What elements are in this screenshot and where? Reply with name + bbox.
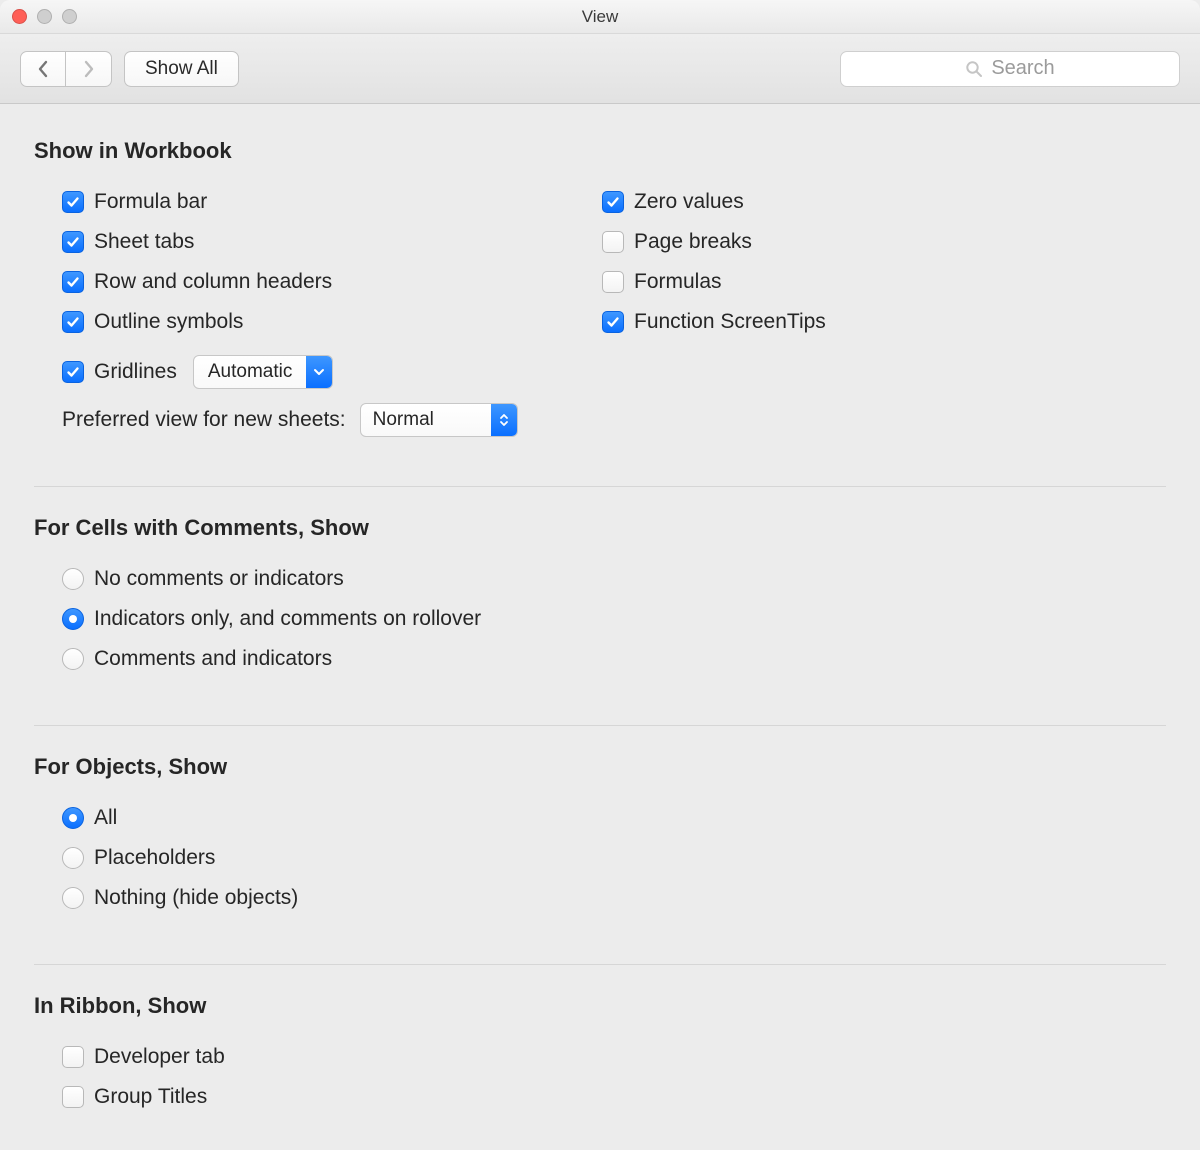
chevron-down-icon (306, 356, 332, 388)
section-comments: For Cells with Comments, Show No comment… (34, 486, 1166, 701)
nav-segmented (20, 51, 112, 87)
forward-button[interactable] (66, 51, 112, 87)
chevron-right-icon (83, 60, 95, 78)
checkbox-page-breaks[interactable] (602, 231, 624, 253)
checkbox-row-col-headers[interactable] (62, 271, 84, 293)
radio-comments-none[interactable] (62, 568, 84, 590)
window-title: View (0, 0, 1200, 34)
label-objects-all: All (94, 806, 117, 830)
checkbox-function-screentips[interactable] (602, 311, 624, 333)
checkbox-developer-tab[interactable] (62, 1046, 84, 1068)
toolbar: Show All Search (0, 34, 1200, 104)
option-comments-none[interactable]: No comments or indicators (62, 559, 1166, 599)
radio-objects-all[interactable] (62, 807, 84, 829)
search-placeholder: Search (991, 57, 1054, 80)
label-developer-tab: Developer tab (94, 1045, 225, 1069)
option-objects-placeholders[interactable]: Placeholders (62, 838, 1166, 878)
label-formulas: Formulas (634, 270, 722, 294)
option-sheet-tabs[interactable]: Sheet tabs (62, 222, 602, 262)
preferred-view-value: Normal (361, 409, 491, 431)
label-zero-values: Zero values (634, 190, 744, 214)
option-comments-both[interactable]: Comments and indicators (62, 639, 1166, 679)
checkbox-gridlines[interactable] (62, 361, 84, 383)
option-developer-tab[interactable]: Developer tab (62, 1037, 1166, 1077)
preferred-view-select[interactable]: Normal (360, 403, 518, 437)
search-field[interactable]: Search (840, 51, 1180, 87)
label-gridlines: Gridlines (94, 360, 177, 384)
checkbox-sheet-tabs[interactable] (62, 231, 84, 253)
section-objects: For Objects, Show All Placeholders Nothi… (34, 725, 1166, 940)
option-group-titles[interactable]: Group Titles (62, 1077, 1166, 1117)
section-title-objects: For Objects, Show (34, 754, 1166, 780)
label-row-col-headers: Row and column headers (94, 270, 332, 294)
option-formulas[interactable]: Formulas (602, 262, 826, 302)
search-icon (965, 60, 983, 78)
content: Show in Workbook Formula bar Sheet tabs … (0, 104, 1200, 1137)
option-gridlines[interactable]: Gridlines Automatic (62, 352, 602, 392)
preferred-view-row: Preferred view for new sheets: Normal (34, 400, 1166, 440)
option-zero-values[interactable]: Zero values (602, 182, 826, 222)
show-all-label: Show All (145, 58, 218, 80)
section-title-ribbon: In Ribbon, Show (34, 993, 1166, 1019)
label-comments-both: Comments and indicators (94, 647, 332, 671)
gridlines-color-select[interactable]: Automatic (193, 355, 333, 389)
back-button[interactable] (20, 51, 66, 87)
option-comments-indicators[interactable]: Indicators only, and comments on rollove… (62, 599, 1166, 639)
label-function-screentips: Function ScreenTips (634, 310, 826, 334)
updown-icon (491, 404, 517, 436)
label-sheet-tabs: Sheet tabs (94, 230, 194, 254)
label-objects-nothing: Nothing (hide objects) (94, 886, 298, 910)
radio-objects-placeholders[interactable] (62, 847, 84, 869)
checkbox-outline-symbols[interactable] (62, 311, 84, 333)
label-comments-none: No comments or indicators (94, 567, 344, 591)
option-page-breaks[interactable]: Page breaks (602, 222, 826, 262)
option-objects-all[interactable]: All (62, 798, 1166, 838)
option-objects-nothing[interactable]: Nothing (hide objects) (62, 878, 1166, 918)
preferred-view-label: Preferred view for new sheets: (62, 408, 346, 432)
label-page-breaks: Page breaks (634, 230, 752, 254)
option-function-screentips[interactable]: Function ScreenTips (602, 302, 826, 342)
checkbox-zero-values[interactable] (602, 191, 624, 213)
preferences-window: View Show All Search Show in Workbook (0, 0, 1200, 1150)
option-formula-bar[interactable]: Formula bar (62, 182, 602, 222)
option-row-col-headers[interactable]: Row and column headers (62, 262, 602, 302)
section-title-show-in-workbook: Show in Workbook (34, 138, 1166, 164)
chevron-left-icon (37, 60, 49, 78)
checkbox-formulas[interactable] (602, 271, 624, 293)
section-show-in-workbook: Show in Workbook Formula bar Sheet tabs … (34, 138, 1166, 462)
show-all-button[interactable]: Show All (124, 51, 239, 87)
label-group-titles: Group Titles (94, 1085, 207, 1109)
label-outline-symbols: Outline symbols (94, 310, 243, 334)
gridlines-color-value: Automatic (194, 361, 306, 383)
radio-comments-indicators[interactable] (62, 608, 84, 630)
checkbox-formula-bar[interactable] (62, 191, 84, 213)
section-title-comments: For Cells with Comments, Show (34, 515, 1166, 541)
section-ribbon: In Ribbon, Show Developer tab Group Titl… (34, 964, 1166, 1117)
radio-objects-nothing[interactable] (62, 887, 84, 909)
label-comments-indicators: Indicators only, and comments on rollove… (94, 607, 481, 631)
label-formula-bar: Formula bar (94, 190, 207, 214)
label-objects-placeholders: Placeholders (94, 846, 215, 870)
titlebar: View (0, 0, 1200, 34)
option-outline-symbols[interactable]: Outline symbols (62, 302, 602, 342)
radio-comments-both[interactable] (62, 648, 84, 670)
checkbox-group-titles[interactable] (62, 1086, 84, 1108)
